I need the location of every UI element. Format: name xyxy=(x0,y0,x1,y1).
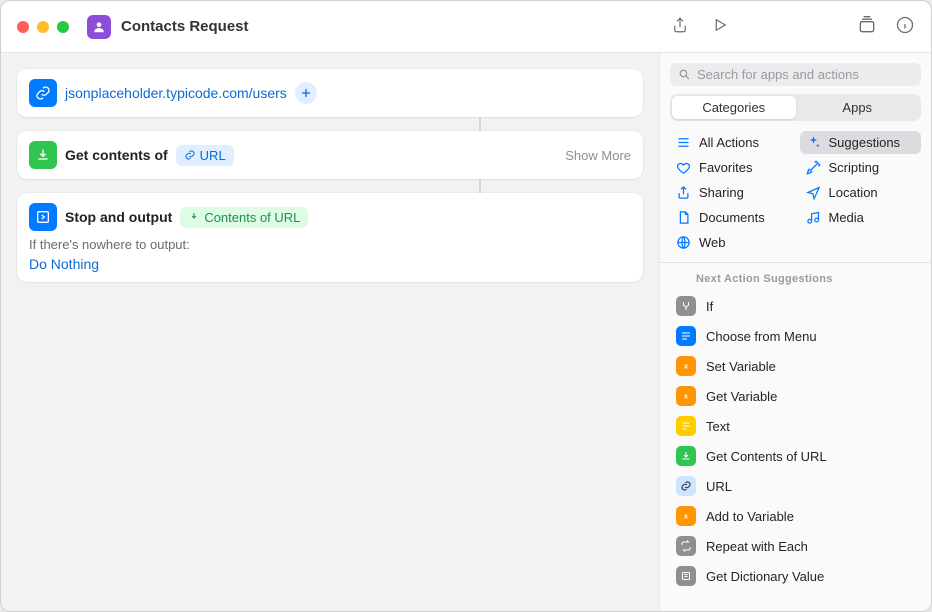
cat-web[interactable]: Web xyxy=(670,231,792,254)
search-input[interactable] xyxy=(697,67,913,82)
shortcut-color-icon xyxy=(87,15,111,39)
suggestion-item[interactable]: x Set Variable xyxy=(660,351,931,381)
suggestion-label: Set Variable xyxy=(706,359,776,374)
suggestion-item[interactable]: Choose from Menu xyxy=(660,321,931,351)
suggestions-list: If Choose from Menu x Set Variable x Get Vari… xyxy=(660,291,931,611)
suggestion-label: If xyxy=(706,299,713,314)
suggestion-label: Choose from Menu xyxy=(706,329,817,344)
suggestion-item[interactable]: Get Contents of URL xyxy=(660,441,931,471)
flow-connector xyxy=(479,117,481,131)
repeat-icon xyxy=(676,536,696,556)
library-icon[interactable] xyxy=(857,15,877,38)
cat-sharing[interactable]: Sharing xyxy=(670,181,792,204)
suggestion-label: Text xyxy=(706,419,730,434)
suggestions-heading: Next Action Suggestions xyxy=(660,263,931,291)
titlebar: Contacts Request xyxy=(1,1,931,53)
suggestion-item[interactable]: x Add to Variable xyxy=(660,501,931,531)
fallback-value[interactable]: Do Nothing xyxy=(29,256,99,272)
download-icon xyxy=(29,141,57,169)
suggestion-label: Get Variable xyxy=(706,389,777,404)
cat-all-actions[interactable]: All Actions xyxy=(670,131,792,154)
x-icon: x xyxy=(676,386,696,406)
action-label: Get contents of xyxy=(65,147,168,163)
action-get-contents[interactable]: Get contents of URL Show More xyxy=(17,131,643,179)
action-url[interactable]: jsonplaceholder.typicode.com/users xyxy=(17,69,643,117)
url-value[interactable]: jsonplaceholder.typicode.com/users xyxy=(65,85,287,101)
category-grid: All Actions Suggestions Favorites Script… xyxy=(660,131,931,254)
contents-token[interactable]: Contents of URL xyxy=(180,207,308,228)
minimize-button[interactable] xyxy=(37,21,49,33)
link-icon xyxy=(29,79,57,107)
url-token[interactable]: URL xyxy=(176,145,234,166)
cat-suggestions[interactable]: Suggestions xyxy=(800,131,922,154)
actions-sidebar: Categories Apps All Actions Suggestions … xyxy=(659,53,931,611)
sidebar-toolbar xyxy=(857,15,915,38)
cat-scripting[interactable]: Scripting xyxy=(800,156,922,179)
action-stop-output[interactable]: Stop and output Contents of URL If there… xyxy=(17,193,643,282)
output-icon xyxy=(29,203,57,231)
download-icon xyxy=(676,446,696,466)
cat-favorites[interactable]: Favorites xyxy=(670,156,792,179)
app-window: Contacts Request xyxy=(0,0,932,612)
svg-text:x: x xyxy=(684,514,688,521)
tab-categories[interactable]: Categories xyxy=(672,96,796,119)
toolbar-right xyxy=(671,16,729,37)
svg-text:x: x xyxy=(684,394,688,401)
maximize-button[interactable] xyxy=(57,21,69,33)
info-icon[interactable] xyxy=(895,15,915,38)
workflow-canvas[interactable]: jsonplaceholder.typicode.com/users Get c… xyxy=(1,53,659,611)
suggestion-item[interactable]: URL xyxy=(660,471,931,501)
close-button[interactable] xyxy=(17,21,29,33)
cat-documents[interactable]: Documents xyxy=(670,206,792,229)
suggestion-label: Add to Variable xyxy=(706,509,794,524)
dict-icon xyxy=(676,566,696,586)
tab-apps[interactable]: Apps xyxy=(796,96,920,119)
window-body: jsonplaceholder.typicode.com/users Get c… xyxy=(1,53,931,611)
action-label: Stop and output xyxy=(65,209,172,225)
suggestion-item[interactable]: x Get Variable xyxy=(660,381,931,411)
suggestion-item[interactable]: Repeat with Each xyxy=(660,531,931,561)
share-icon[interactable] xyxy=(671,16,689,37)
suggestion-item[interactable]: If xyxy=(660,291,931,321)
show-more-button[interactable]: Show More xyxy=(565,148,631,163)
branch-icon xyxy=(676,296,696,316)
suggestion-label: Repeat with Each xyxy=(706,539,808,554)
add-url-button[interactable] xyxy=(295,82,317,104)
segmented-control[interactable]: Categories Apps xyxy=(670,94,921,121)
cat-location[interactable]: Location xyxy=(800,181,922,204)
fallback-label: If there's nowhere to output: xyxy=(29,237,631,252)
traffic-lights xyxy=(17,21,69,33)
suggestion-item[interactable]: Text xyxy=(660,411,931,441)
cat-media[interactable]: Media xyxy=(800,206,922,229)
search-icon xyxy=(678,68,691,81)
run-icon[interactable] xyxy=(711,16,729,37)
token-label: Contents of URL xyxy=(204,210,300,225)
flow-connector xyxy=(479,179,481,193)
link-icon xyxy=(676,476,696,496)
menu-icon xyxy=(676,326,696,346)
svg-text:x: x xyxy=(684,364,688,371)
x-icon: x xyxy=(676,506,696,526)
window-title: Contacts Request xyxy=(121,18,671,35)
x-icon: x xyxy=(676,356,696,376)
suggestion-label: Get Dictionary Value xyxy=(706,569,824,584)
suggestion-item[interactable]: Get Dictionary Value xyxy=(660,561,931,591)
token-label: URL xyxy=(200,148,226,163)
suggestion-label: URL xyxy=(706,479,732,494)
suggestion-label: Get Contents of URL xyxy=(706,449,827,464)
search-box[interactable] xyxy=(670,63,921,86)
text-icon xyxy=(676,416,696,436)
